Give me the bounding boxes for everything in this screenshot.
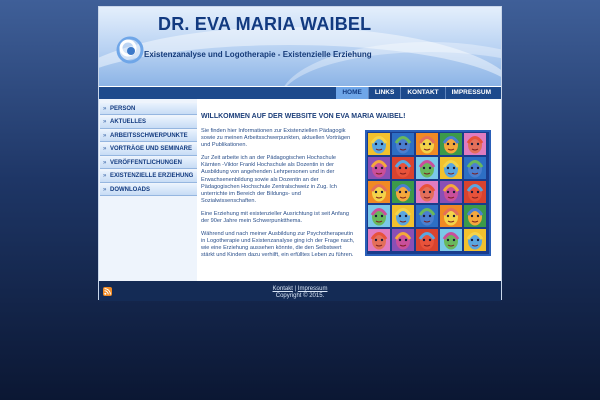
page-heading: WILLKOMMEN AUF DER WEBSITE VON EVA MARIA… bbox=[201, 113, 406, 120]
artwork-face-tile bbox=[368, 181, 390, 203]
artwork-face-tile bbox=[464, 157, 486, 179]
site-title: DR. EVA MARIA WAIBEL bbox=[158, 14, 372, 34]
sidebar-item-label: VORTRÄGE UND SEMINARE bbox=[110, 146, 193, 152]
swirl-logo-icon[interactable] bbox=[116, 36, 144, 64]
artwork-face-tile bbox=[416, 181, 438, 203]
body-paragraph: Eine Erziehung mit existenzieller Ausric… bbox=[201, 210, 350, 225]
artwork-face-tile bbox=[392, 133, 414, 155]
double-chevron-right-icon: » bbox=[103, 132, 107, 139]
intro-paragraph: Sie finden hier Informationen zur Existe… bbox=[201, 128, 351, 149]
artwork-face-tile bbox=[416, 157, 438, 179]
artwork-face-tile bbox=[440, 133, 462, 155]
artwork-face-tile bbox=[392, 181, 414, 203]
artwork-face-tile bbox=[368, 157, 390, 179]
artwork-face-tile bbox=[464, 181, 486, 203]
footer: Kontakt | Impressum Copyright © 2015. bbox=[99, 281, 501, 301]
sidebar-item-label: AKTUELLES bbox=[110, 119, 146, 125]
body-paragraph: Zur Zeit arbeite ich an der Pädagogische… bbox=[201, 155, 337, 204]
double-chevron-right-icon: » bbox=[103, 105, 107, 112]
nav-item-home[interactable]: HOME bbox=[336, 87, 368, 99]
footer-link-impressum[interactable]: Impressum bbox=[298, 286, 328, 292]
artwork-face-tile bbox=[368, 133, 390, 155]
body-paragraph: Während und nach meiner Ausbildung zur P… bbox=[201, 231, 355, 259]
artwork-face-tile bbox=[416, 229, 438, 251]
footer-separator: | bbox=[294, 286, 297, 292]
sidebar-item-existenzielle-erziehung[interactable]: » EXISTENZIELLE ERZIEHUNG bbox=[100, 170, 197, 183]
artwork-face-tile bbox=[440, 157, 462, 179]
sidebar-item-label: PERSON bbox=[110, 105, 136, 112]
double-chevron-right-icon: » bbox=[103, 186, 107, 193]
artwork-face-tile bbox=[440, 181, 462, 203]
artwork-face-tile bbox=[416, 133, 438, 155]
artwork-face-tile bbox=[392, 205, 414, 227]
artwork-face-tile bbox=[464, 133, 486, 155]
sidebar-item-label: DOWNLOADS bbox=[110, 186, 150, 193]
header-banner: DR. EVA MARIA WAIBEL Existenzanalyse und… bbox=[99, 7, 501, 86]
footer-link-kontakt[interactable]: Kontakt bbox=[273, 286, 293, 292]
artwork-face-tile bbox=[392, 157, 414, 179]
double-chevron-right-icon: » bbox=[103, 119, 107, 125]
nav-item-links[interactable]: LINKS bbox=[367, 87, 401, 99]
sidebar-item-label: VERÖFFENTLICHUNGEN bbox=[110, 159, 182, 166]
sidebar-item-label: ARBEITSSCHWERPUNKTE bbox=[110, 132, 188, 139]
footer-links: Kontakt | Impressum bbox=[99, 286, 501, 292]
sidebar-item-vortraege[interactable]: » VORTRÄGE UND SEMINARE bbox=[100, 143, 197, 156]
artwork-face-tile bbox=[464, 205, 486, 227]
page-container: DR. EVA MARIA WAIBEL Existenzanalyse und… bbox=[98, 6, 502, 301]
artwork-face-tile bbox=[368, 229, 390, 251]
top-navigation: HOME LINKS KONTAKT IMPRESSUM bbox=[99, 87, 501, 99]
nav-item-kontakt[interactable]: KONTAKT bbox=[400, 87, 444, 99]
artwork-face-tile bbox=[392, 229, 414, 251]
sidebar-item-arbeitsschwerpunkte[interactable]: » ARBEITSSCHWERPUNKTE bbox=[100, 130, 197, 142]
sidebar: » PERSON » AKTUELLES » ARBEITSSCHWERPUNKTE … bbox=[99, 99, 197, 282]
double-chevron-right-icon: » bbox=[103, 159, 107, 166]
double-chevron-right-icon: » bbox=[103, 146, 107, 152]
colorful-faces-artwork bbox=[365, 130, 491, 256]
artwork-face-tile bbox=[440, 205, 462, 227]
sidebar-item-veroeffentlichungen[interactable]: » VERÖFFENTLICHUNGEN bbox=[100, 157, 197, 169]
sidebar-item-aktuelles[interactable]: » AKTUELLES bbox=[100, 116, 197, 129]
sidebar-item-downloads[interactable]: » DOWNLOADS bbox=[100, 184, 197, 196]
main-content: WILLKOMMEN AUF DER WEBSITE VON EVA MARIA… bbox=[201, 99, 497, 282]
page-background: { "header": { "title": "DR. EVA MARIA WA… bbox=[0, 0, 600, 400]
nav-item-impressum[interactable]: IMPRESSUM bbox=[444, 87, 497, 99]
artwork-face-tile bbox=[440, 229, 462, 251]
double-chevron-right-icon: » bbox=[103, 173, 107, 179]
sidebar-item-label: EXISTENZIELLE ERZIEHUNG bbox=[110, 173, 194, 179]
sidebar-item-person[interactable]: » PERSON bbox=[100, 103, 197, 115]
artwork-grid bbox=[368, 133, 486, 251]
copyright-text: Copyright © 2015. bbox=[275, 293, 325, 299]
site-subtitle: Existenzanalyse und Logotherapie - Exist… bbox=[144, 50, 372, 59]
artwork-face-tile bbox=[368, 205, 390, 227]
artwork-face-tile bbox=[416, 205, 438, 227]
artwork-face-tile bbox=[464, 229, 486, 251]
